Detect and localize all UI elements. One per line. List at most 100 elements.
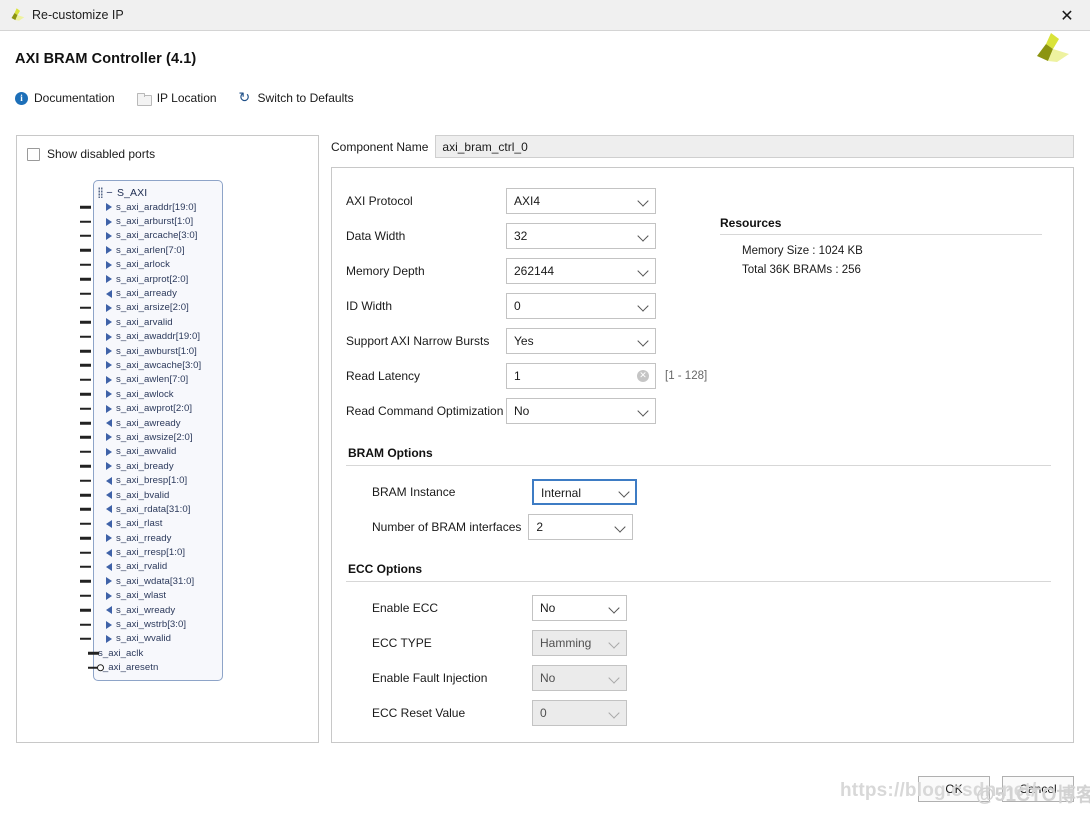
show-disabled-ports-label: Show disabled ports [47, 147, 156, 161]
field-select[interactable]: No [532, 595, 627, 621]
port-pin-icon [80, 450, 91, 454]
port-row[interactable]: s_axi_awsize[2:0] [80, 430, 222, 444]
port-row[interactable]: s_axi_awcache[3:0] [80, 358, 222, 372]
config-field-row: ID Width 0 [346, 293, 1051, 319]
field-label: Data Width [346, 229, 406, 243]
port-direction-icon [106, 246, 112, 255]
read-latency-row: Read Latency ✕ [1 - 128] [346, 363, 1051, 389]
port-row[interactable]: s_axi_wdata[31:0] [80, 574, 222, 588]
port-pin-icon [80, 608, 91, 612]
port-row[interactable]: s_axi_awlen[7:0] [80, 373, 222, 387]
ecc-field-row: Enable Fault Injection No [372, 665, 1051, 691]
port-name: s_axi_awburst[1:0] [116, 345, 197, 357]
ip-symbol-box: − S_AXI s_axi_araddr[19:0] s_axi_arburst[… [80, 180, 223, 681]
port-row[interactable]: s_axi_rresp[1:0] [80, 545, 222, 559]
port-row[interactable]: s_axi_awprot[2:0] [80, 401, 222, 415]
port-row[interactable]: s_axi_wlast [80, 589, 222, 603]
field-select[interactable]: 0 [506, 293, 656, 319]
info-icon: i [15, 91, 28, 105]
port-direction-icon [106, 275, 112, 284]
ecc-field-row: ECC TYPE Hamming [372, 630, 1051, 656]
port-pin-icon [80, 493, 91, 497]
field-label: BRAM Instance [372, 485, 456, 499]
port-row[interactable]: s_axi_rready [80, 531, 222, 545]
port-row[interactable]: s_axi_araddr[19:0] [80, 200, 222, 214]
show-disabled-ports-row[interactable]: Show disabled ports [17, 136, 318, 161]
port-row[interactable]: s_axi_bvalid [80, 488, 222, 502]
port-direction-icon [106, 419, 112, 428]
port-direction-icon [106, 591, 112, 600]
show-disabled-ports-checkbox[interactable] [27, 147, 40, 161]
documentation-link[interactable]: i Documentation [15, 91, 115, 105]
read-latency-field-wrap: ✕ [506, 363, 656, 389]
port-direction-icon [106, 548, 112, 557]
field-select[interactable]: Yes [506, 328, 656, 354]
field-select[interactable]: 262144 [506, 258, 656, 284]
port-direction-icon [106, 375, 112, 384]
port-row[interactable]: s_axi_awaddr[19:0] [80, 330, 222, 344]
port-row[interactable]: s_axi_rvalid [80, 560, 222, 574]
read-latency-label: Read Latency [346, 369, 421, 383]
switch-to-defaults-link[interactable]: ↻ Switch to Defaults [239, 91, 354, 106]
ecc-options-divider [346, 581, 1051, 582]
port-row[interactable]: s_axi_arburst[1:0] [80, 214, 222, 228]
field-select[interactable]: 32 [506, 223, 656, 249]
port-pin-icon [88, 666, 99, 669]
global-port-row[interactable]: s_axi_aclk [88, 646, 222, 660]
port-pin-icon [80, 349, 91, 353]
port-row[interactable]: s_axi_bresp[1:0] [80, 473, 222, 487]
window-title: Re-customize IP [32, 8, 124, 22]
config-field-row: Support AXI Narrow Bursts Yes [346, 328, 1051, 354]
port-row[interactable]: s_axi_rlast [80, 517, 222, 531]
close-icon[interactable]: ✕ [1044, 0, 1090, 30]
ip-location-link[interactable]: IP Location [136, 91, 217, 106]
port-row[interactable]: s_axi_awready [80, 416, 222, 430]
port-row[interactable]: s_axi_arsize[2:0] [80, 301, 222, 315]
port-row[interactable]: s_axi_arcache[3:0] [80, 229, 222, 243]
port-row[interactable]: s_axi_wstrb[3:0] [80, 617, 222, 631]
read-latency-input[interactable] [506, 363, 656, 389]
ip-symbol-diagram: − S_AXI s_axi_araddr[19:0] s_axi_arburst[… [80, 180, 223, 681]
port-row[interactable]: s_axi_wready [80, 603, 222, 617]
port-row[interactable]: s_axi_arlen[7:0] [80, 243, 222, 257]
port-row[interactable]: s_axi_arprot[2:0] [80, 272, 222, 286]
field-select[interactable]: AXI4 [506, 188, 656, 214]
collapse-minus-icon[interactable]: − [105, 187, 114, 198]
clear-icon[interactable]: ✕ [637, 370, 649, 382]
port-row[interactable]: s_axi_bready [80, 459, 222, 473]
port-pin-icon [80, 464, 91, 468]
port-direction-icon [106, 476, 112, 485]
port-name: s_axi_awready [116, 417, 181, 429]
read-command-optimization-select[interactable]: No [506, 398, 656, 424]
field-select[interactable]: Internal [532, 479, 637, 505]
port-pin-icon [80, 263, 91, 266]
field-select: No [532, 665, 627, 691]
port-row[interactable]: s_axi_awlock [80, 387, 222, 401]
bus-interface-s-axi[interactable]: − S_AXI [94, 185, 222, 200]
component-name-label: Component Name [331, 139, 429, 154]
port-pin-icon [80, 306, 91, 310]
port-direction-icon [106, 332, 112, 341]
port-row[interactable]: s_axi_arready [80, 286, 222, 300]
port-row[interactable]: s_axi_awvalid [80, 445, 222, 459]
port-pin-icon [80, 378, 91, 382]
ok-button[interactable]: OK [918, 776, 990, 802]
cancel-button[interactable]: Cancel [1002, 776, 1074, 802]
port-row[interactable]: s_axi_awburst[1:0] [80, 344, 222, 358]
field-select: Hamming [532, 630, 627, 656]
field-select-wrap: No [532, 595, 627, 621]
global-port-row[interactable]: s_axi_aresetn [88, 661, 222, 675]
field-label: Enable ECC [372, 601, 439, 615]
port-direction-icon [106, 433, 112, 442]
port-row[interactable]: s_axi_arvalid [80, 315, 222, 329]
port-row[interactable]: s_axi_rdata[31:0] [80, 502, 222, 516]
port-name: s_axi_wlast [116, 590, 167, 602]
field-select[interactable]: 2 [528, 514, 634, 540]
port-pin-icon [80, 522, 91, 526]
port-pin-icon [80, 536, 91, 540]
port-row[interactable]: s_axi_arlock [80, 258, 222, 272]
component-name-row: Component Name [331, 135, 1074, 158]
component-name-input[interactable] [435, 135, 1074, 158]
port-row[interactable]: s_axi_wvalid [80, 632, 222, 646]
field-label: ECC Reset Value [372, 706, 466, 720]
